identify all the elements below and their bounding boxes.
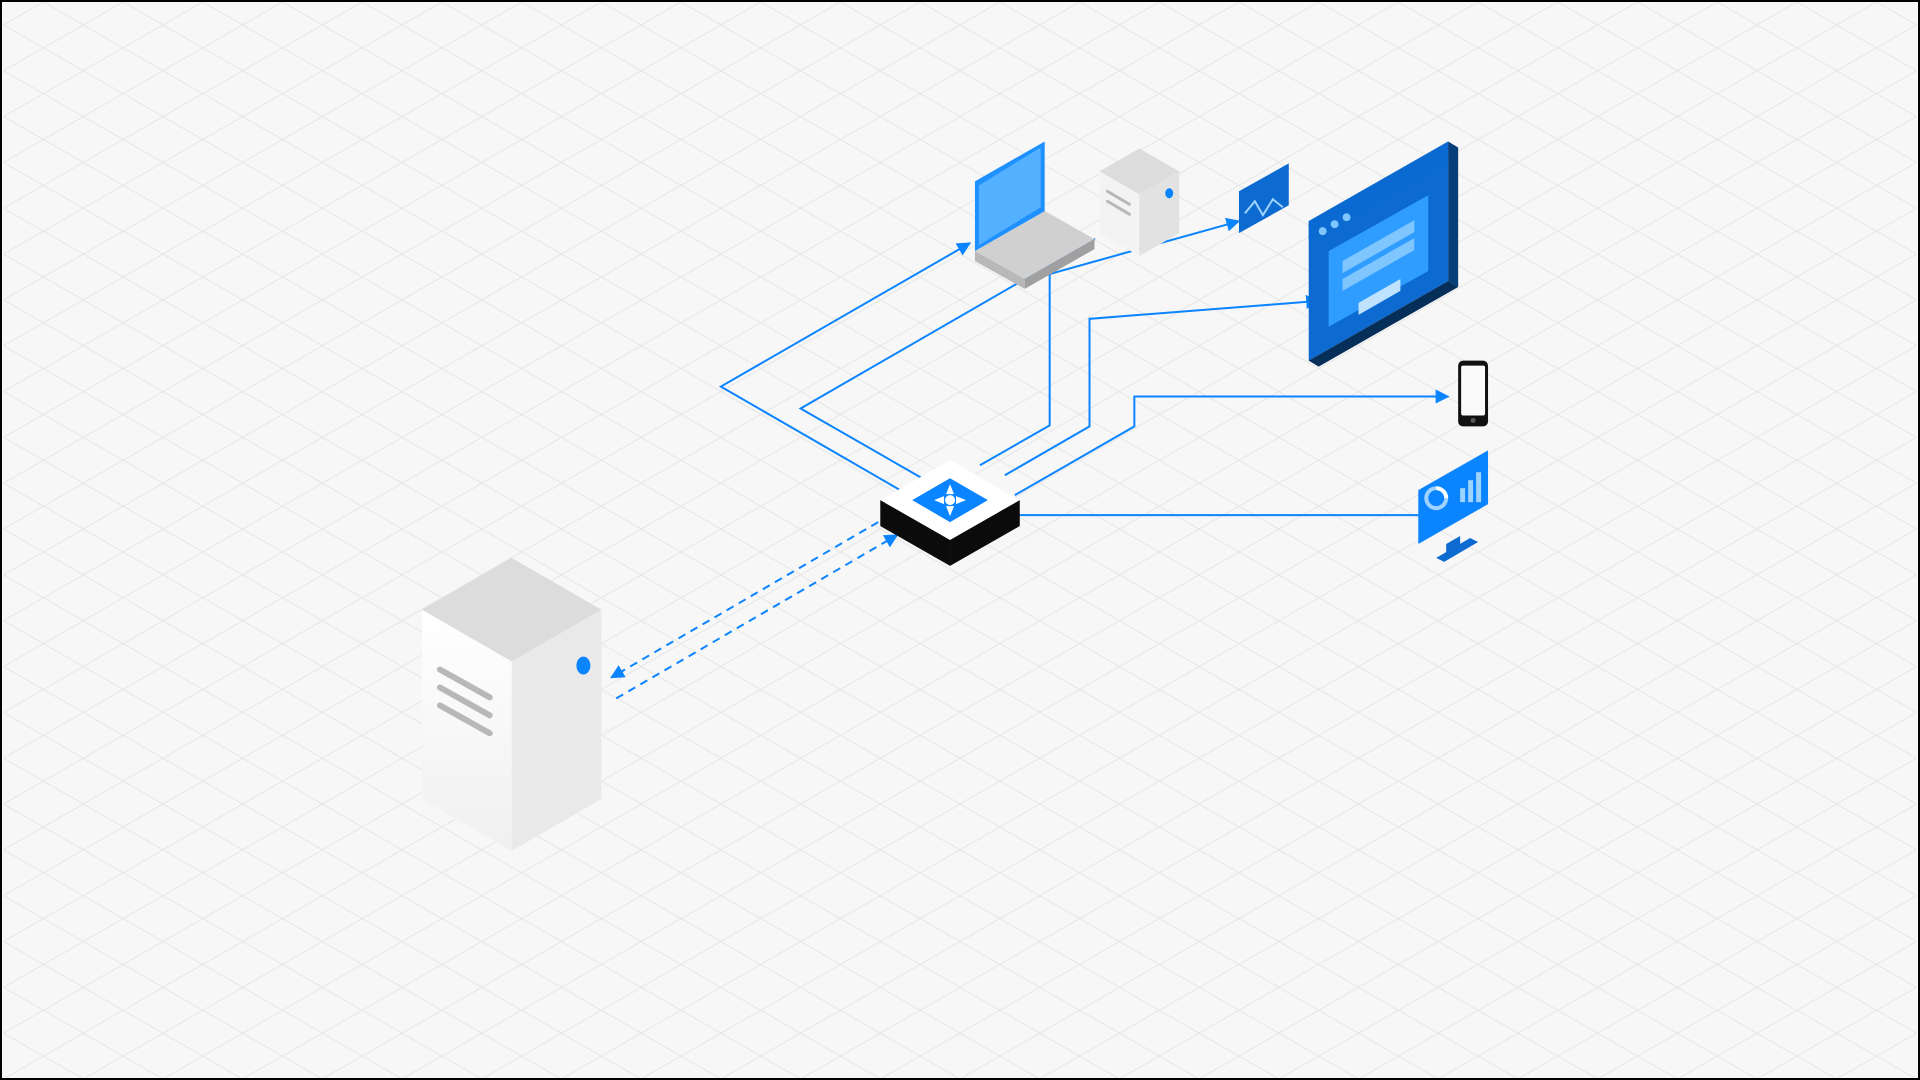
server — [422, 558, 601, 851]
diagram-stage — [0, 0, 1920, 1080]
smartphone — [1458, 361, 1488, 427]
small-server — [1099, 148, 1179, 256]
diagram-canvas — [2, 2, 1918, 1078]
